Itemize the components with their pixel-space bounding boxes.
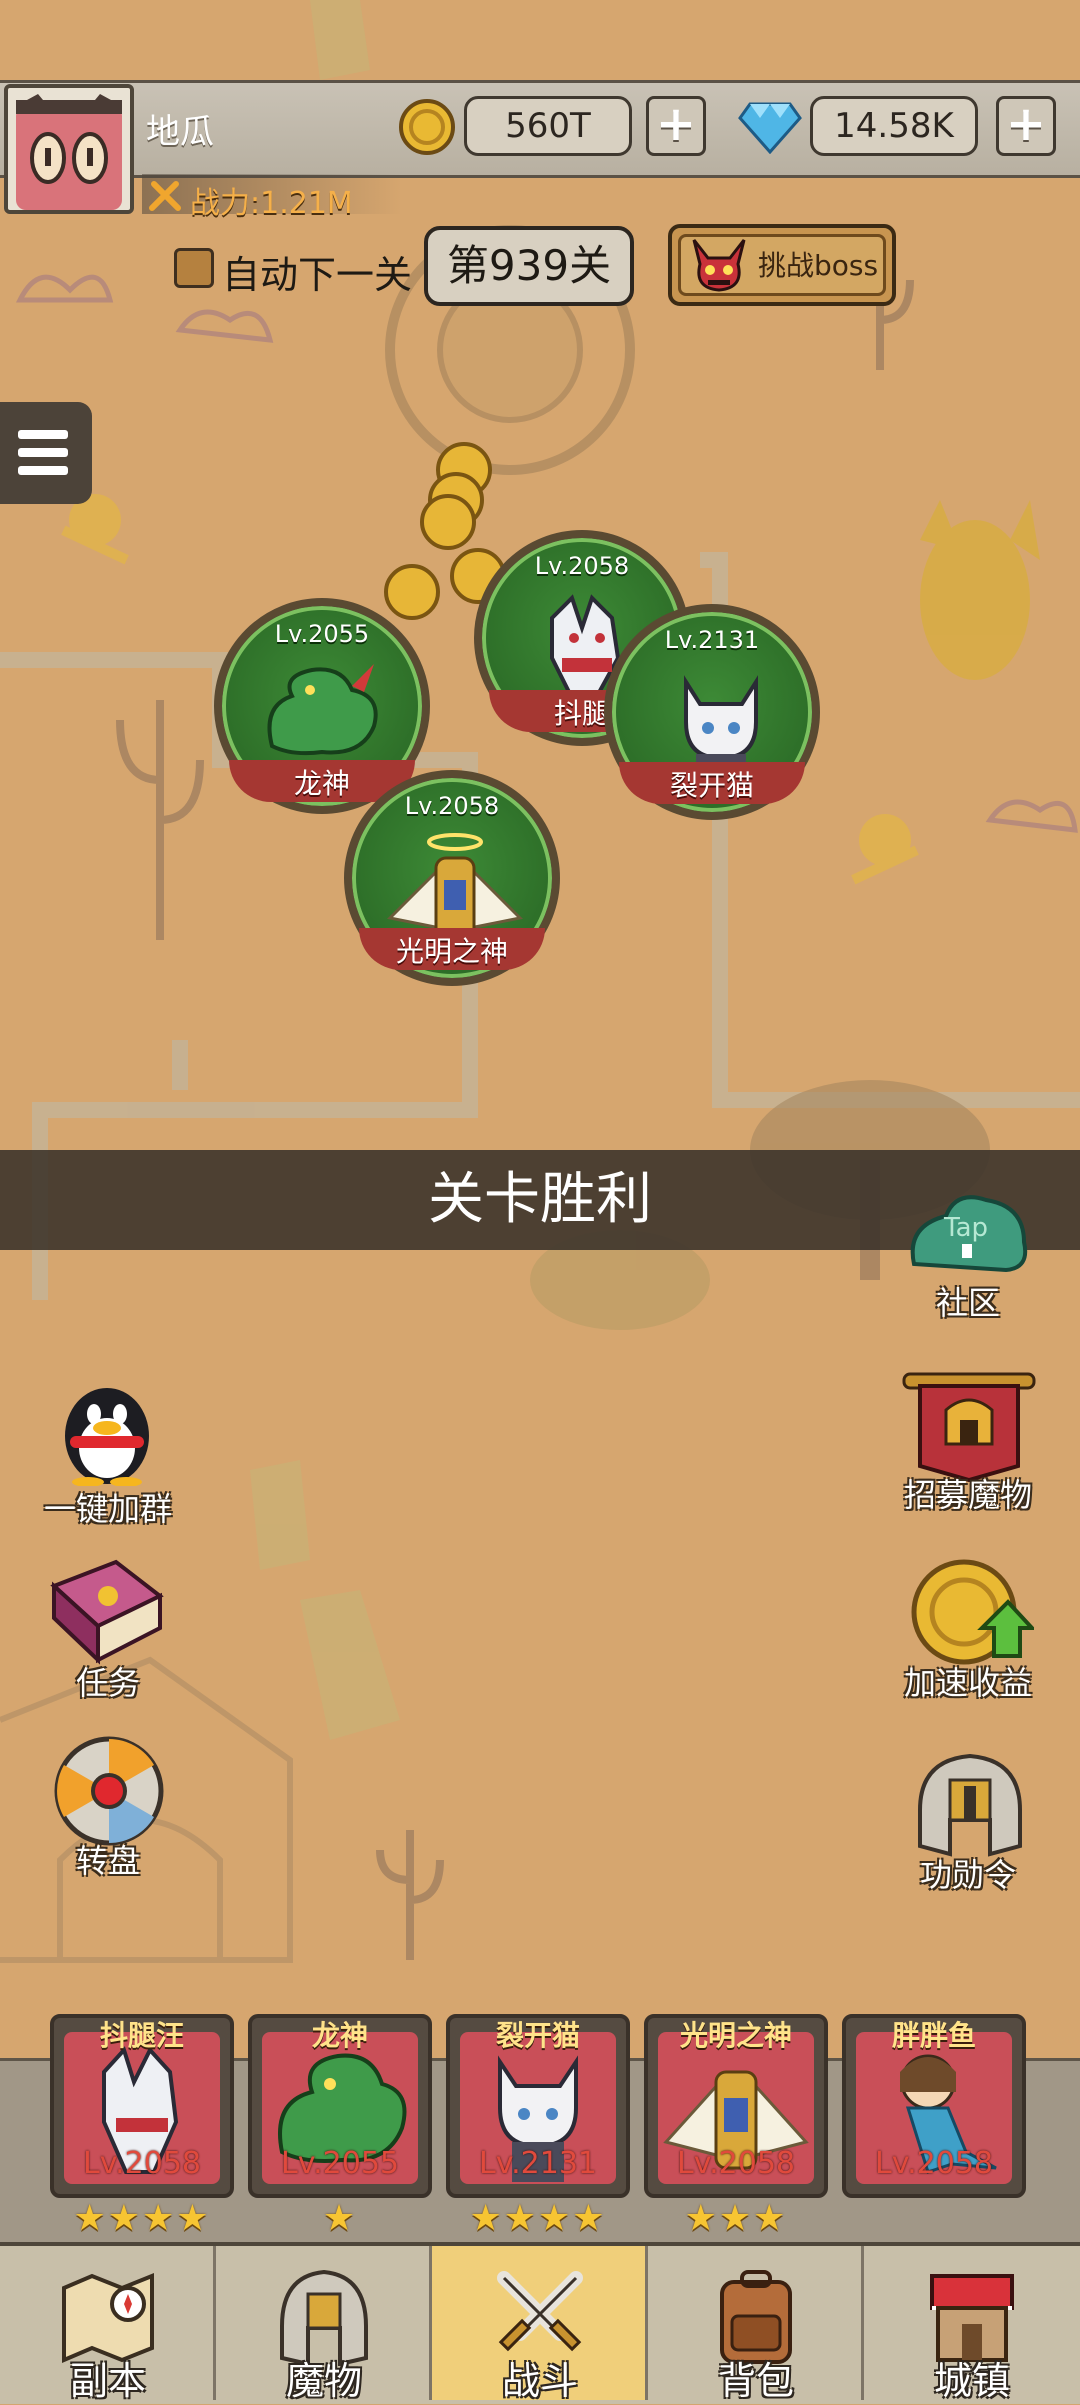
team-member-level: Lv.2058 — [82, 2146, 202, 2181]
auto-next-label[interactable]: 自动下一关 — [222, 244, 412, 299]
penguin-icon[interactable] — [52, 1374, 162, 1486]
crossed-swords-icon — [497, 2271, 583, 2352]
hamburger-icon — [18, 430, 68, 439]
player-name: 地瓜 — [146, 112, 214, 152]
coin-balance: 560T — [464, 96, 632, 156]
team-member-name: 胖胖鱼 — [891, 2019, 976, 2052]
tap-icon[interactable]: Tap — [906, 1186, 1032, 1278]
add-diamonds-button[interactable]: + — [996, 96, 1056, 156]
join-group-label[interactable]: 一键加群 — [18, 1484, 198, 1530]
coin-arrow-icon[interactable] — [908, 1556, 1034, 1668]
merit-label[interactable]: 功勋令 — [878, 1850, 1058, 1896]
power-swords-icon — [149, 181, 181, 211]
nav-label-battle[interactable]: 战斗 — [432, 2350, 648, 2405]
pink-monster-avatar-icon — [16, 94, 122, 210]
book-icon[interactable] — [46, 1556, 166, 1666]
nav-label-backpack[interactable]: 背包 — [648, 2350, 864, 2405]
team-member-name: 龙神 — [311, 2019, 368, 2052]
hamburger-icon — [18, 448, 68, 457]
hero-level: Lv.2055 — [274, 620, 370, 648]
wheel-icon[interactable] — [52, 1734, 166, 1848]
helmet-icon[interactable] — [910, 1750, 1030, 1860]
team-member-name: 光明之神 — [679, 2019, 792, 2052]
tasks-label[interactable]: 任务 — [18, 1658, 198, 1704]
hero-level: Lv.2058 — [404, 792, 500, 820]
team-member-level: Lv.2058 — [874, 2146, 994, 2181]
team-member-level: Lv.2131 — [478, 2146, 598, 2181]
hero-level: Lv.2058 — [534, 552, 630, 580]
banner-helmet-icon[interactable] — [898, 1370, 1040, 1482]
boss-demon-icon — [692, 239, 746, 292]
tap-icon-text: Tap — [943, 1213, 988, 1243]
hero-name: 光明之神 — [395, 935, 508, 968]
hero-level: Lv.2131 — [664, 626, 760, 654]
team-member-name: 裂开猫 — [495, 2019, 580, 2052]
player-avatar[interactable] — [4, 84, 134, 214]
wheel-label[interactable]: 转盘 — [18, 1836, 198, 1882]
diamond-icon — [738, 102, 802, 154]
power-value: 战力:1.21M — [190, 186, 353, 221]
hamburger-icon — [18, 466, 68, 475]
community-label[interactable]: 社区 — [878, 1278, 1058, 1324]
dragon-icon — [267, 664, 378, 756]
team-member-stars: ★★★★ — [469, 2198, 607, 2239]
nav-label-monsters[interactable]: 魔物 — [216, 2350, 432, 2405]
stage-level: 第939关 — [424, 226, 634, 306]
team-member-level: Lv.2058 — [676, 2146, 796, 2181]
team-member-level: Lv.2055 — [280, 2146, 400, 2181]
hero-name: 裂开猫 — [669, 769, 754, 802]
recruit-label[interactable]: 招募魔物 — [878, 1470, 1058, 1516]
nav-label-town[interactable]: 城镇 — [864, 2350, 1080, 2405]
team-member-stars: ★★★★ — [73, 2198, 211, 2239]
team-member-name: 抖腿汪 — [99, 2019, 184, 2052]
auto-next-checkbox[interactable] — [174, 248, 214, 288]
add-coins-button[interactable]: + — [646, 96, 706, 156]
nav-label-dungeon[interactable]: 副本 — [0, 2350, 216, 2405]
diamond-balance: 14.58K — [810, 96, 978, 156]
team-member-stars: ★ — [322, 2198, 358, 2239]
menu-button[interactable] — [0, 402, 92, 504]
boss-button-label[interactable]: 挑战boss — [758, 244, 878, 284]
gold-coin-icon — [399, 99, 455, 155]
speed-income-label[interactable]: 加速收益 — [878, 1658, 1058, 1704]
team-member-stars: ★★★ — [684, 2198, 788, 2239]
